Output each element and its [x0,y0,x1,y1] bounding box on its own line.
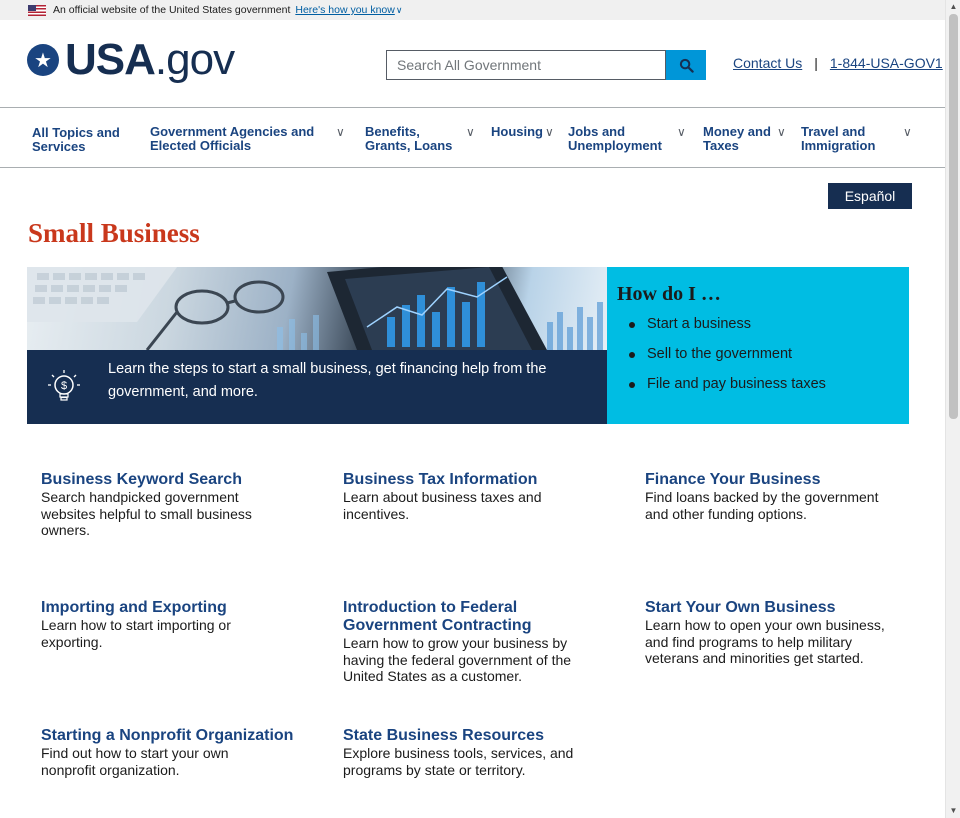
card-title[interactable]: State Business Resources [343,727,588,745]
nav-label-line2[interactable]: Grants, Loans [365,139,480,153]
logo-main-text[interactable]: USA [65,35,156,84]
nav-label-line2[interactable]: Immigration [801,139,916,153]
primary-nav: All Topics and Services Government Agenc… [0,108,945,168]
svg-text:$: $ [61,380,67,392]
contact-us-link[interactable]: Contact Us [733,55,802,71]
usagov-logo[interactable]: ★ USA.gov [27,35,235,84]
star-circle-icon: ★ [27,44,59,76]
site-search [386,50,706,80]
scroll-down-arrow-icon[interactable]: ▼ [946,804,960,818]
card-description: Explore business tools, services, and pr… [343,745,574,778]
nav-item-housing[interactable]: Housing ∨ [491,125,557,140]
nav-item-benefits[interactable]: Benefits, Grants, Loans ∨ [365,125,480,153]
lightbulb-dollar-icon: $ [48,370,80,401]
contact-links: Contact Us | 1-844-USA-GOV1 [733,55,943,71]
scrollbar-thumb[interactable] [949,14,958,419]
chevron-down-icon: ∨ [466,125,475,139]
nav-label-line1[interactable]: Government Agencies and [150,125,350,139]
heres-how-you-know-link[interactable]: Here's how you know∨ [295,4,402,16]
us-flag-icon [28,4,46,16]
nav-item-travel[interactable]: Travel and Immigration ∨ [801,125,916,153]
official-gov-banner: An official website of the United States… [0,0,945,20]
nav-item-jobs[interactable]: Jobs and Unemployment ∨ [568,125,690,153]
official-banner-text: An official website of the United States… [53,4,291,16]
nav-label-line2[interactable]: Unemployment [568,139,690,153]
search-input[interactable] [386,50,666,80]
how-do-i-sell-to-government-link[interactable]: Sell to the government [617,346,899,376]
card-finance-your-business[interactable]: Finance Your Business Find loans backed … [645,471,895,522]
chevron-down-icon: ∨ [903,125,912,139]
card-business-keyword-search[interactable]: Business Keyword Search Search handpicke… [41,471,281,539]
how-do-i-file-taxes-link[interactable]: File and pay business taxes [617,376,899,406]
phone-link[interactable]: 1-844-USA-GOV1 [830,55,943,71]
nav-label-line1[interactable]: Benefits, [365,125,480,139]
search-icon [679,58,694,73]
nav-label-line2[interactable]: Taxes [703,139,789,153]
card-importing-exporting[interactable]: Importing and Exporting Learn how to sta… [41,599,281,650]
card-title[interactable]: Business Tax Information [343,471,583,489]
card-description: Find out how to start your own nonprofit… [41,745,229,778]
hero-image [27,267,608,350]
nav-item-government-agencies[interactable]: Government Agencies and Elected Official… [150,125,350,153]
nav-label-line1[interactable]: Travel and [801,125,916,139]
card-state-business-resources[interactable]: State Business Resources Explore busines… [343,727,588,778]
card-title[interactable]: Starting a Nonprofit Organization [41,727,301,745]
how-do-i-start-business-link[interactable]: Start a business [617,316,899,346]
card-description: Learn how to start importing or exportin… [41,617,231,650]
hero-illustration [27,267,603,350]
logo-text[interactable]: USA.gov [65,35,235,84]
card-federal-contracting[interactable]: Introduction to Federal Government Contr… [343,599,591,685]
card-title[interactable]: Introduction to Federal Government Contr… [343,599,543,635]
nav-label-line1[interactable]: All Topics and [32,126,120,140]
logo-suffix-text[interactable]: .gov [155,35,235,84]
card-description: Learn how to open your own business, and… [645,617,885,666]
chevron-down-icon: ∨ [545,125,554,139]
card-starting-nonprofit[interactable]: Starting a Nonprofit Organization Find o… [41,727,301,778]
search-button[interactable] [666,50,706,80]
card-description: Search handpicked government websites he… [41,489,252,538]
nav-label-line1[interactable]: Jobs and [568,125,690,139]
nav-label-line2[interactable]: Services [32,140,120,154]
vertical-scrollbar[interactable]: ▲ ▼ [945,0,960,818]
heres-how-you-know-label[interactable]: Here's how you know [295,4,394,16]
card-business-tax-information[interactable]: Business Tax Information Learn about bus… [343,471,583,522]
espanol-button[interactable]: Español [828,183,912,209]
how-do-i-box: How do I … Start a business Sell to the … [607,267,909,424]
site-header: ★ USA.gov Contact Us | 1-844-USA-GOV1 [0,20,945,108]
hero-caption: $ Learn the steps to start a small busin… [27,350,608,424]
card-description: Learn how to grow your business by havin… [343,635,572,684]
card-description: Find loans backed by the government and … [645,489,879,522]
how-do-i-heading: How do I … [617,283,721,305]
chevron-down-icon: ∨ [677,125,686,139]
card-title[interactable]: Business Keyword Search [41,471,281,489]
nav-item-all-topics[interactable]: All Topics and Services [32,126,120,154]
chevron-down-icon: ∨ [777,125,786,139]
how-do-i-list: Start a business Sell to the government … [617,316,899,406]
nav-item-money[interactable]: Money and Taxes ∨ [703,125,789,153]
chevron-down-icon: ∨ [395,5,403,15]
scroll-up-arrow-icon[interactable]: ▲ [946,0,960,14]
hero-caption-line2: government, and more. [108,384,258,400]
card-start-your-own-business[interactable]: Start Your Own Business Learn how to ope… [645,599,900,667]
card-title[interactable]: Finance Your Business [645,471,895,489]
page-title: Small Business [28,218,200,248]
contact-separator: | [814,55,818,71]
hero-banner: $ Learn the steps to start a small busin… [27,267,608,424]
card-title[interactable]: Start Your Own Business [645,599,900,617]
nav-label-line2[interactable]: Elected Officials [150,139,350,153]
card-title[interactable]: Importing and Exporting [41,599,281,617]
card-description: Learn about business taxes and incentive… [343,489,542,522]
chevron-down-icon: ∨ [336,125,345,139]
hero-caption-line1: Learn the steps to start a small busines… [108,361,547,377]
